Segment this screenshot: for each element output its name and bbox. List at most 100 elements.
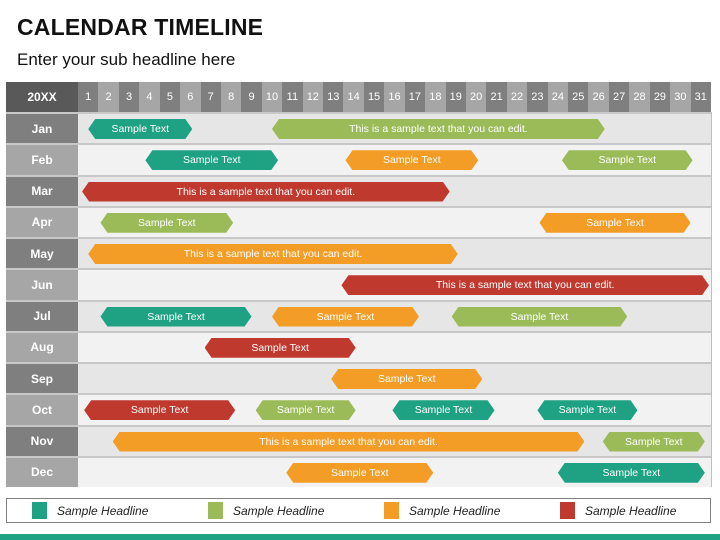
month-row: Nov This is a sample text that you can ed… xyxy=(6,424,711,456)
timeline-bar-text: Sample Text xyxy=(147,310,205,323)
day-header: 4 xyxy=(139,82,160,112)
day-header: 15 xyxy=(363,82,385,112)
legend-label: Sample Headline xyxy=(585,503,677,518)
timeline-bar[interactable]: This is a sample text that you can edit. xyxy=(82,182,450,202)
month-label: May xyxy=(6,239,78,269)
legend-swatch xyxy=(384,502,399,519)
timeline-bar-text: Sample Text xyxy=(598,154,657,167)
day-header: 16 xyxy=(384,82,405,112)
month-label: Jan xyxy=(6,114,78,144)
month-lane: This is a sample text that you can edit. xyxy=(78,270,711,299)
timeline-bar[interactable]: This is a sample text that you can edit. xyxy=(113,432,585,452)
day-header: 12 xyxy=(302,82,324,112)
month-lane: Sample Text Sample Text Sample Text Sample … xyxy=(78,395,711,424)
timeline-bar[interactable]: Sample Text xyxy=(537,400,637,420)
month-label: Feb xyxy=(6,145,78,175)
day-header: 1 xyxy=(78,82,99,112)
day-header: 22 xyxy=(506,82,528,112)
month-lane: Sample Text This is a sample text that yo… xyxy=(78,114,711,143)
timeline-bar[interactable]: Sample Text xyxy=(84,400,235,420)
month-row: May This is a sample text that you can ed… xyxy=(6,237,711,269)
month-lane: This is a sample text that you can edit.… xyxy=(78,427,711,456)
legend-item: Sample Headline xyxy=(384,502,500,519)
timeline-bar[interactable]: Sample Text xyxy=(286,463,433,483)
timeline-bar-text: Sample Text xyxy=(625,435,683,448)
timeline-bar-text: This is a sample text that you can edit. xyxy=(183,248,363,260)
page-title: CALENDAR TIMELINE xyxy=(17,14,264,40)
day-header: 13 xyxy=(323,82,344,112)
month-label: Jul xyxy=(6,301,78,331)
timeline-bar-text: Sample Text xyxy=(586,216,644,229)
day-header: 18 xyxy=(425,82,446,112)
month-row: Jan Sample Text This is a sample text that… xyxy=(6,112,711,144)
month-lane: Sample Text Sample Text xyxy=(78,458,711,487)
day-header: 23 xyxy=(527,82,548,112)
timeline-bar[interactable]: Sample Text xyxy=(205,338,356,358)
timeline-bar[interactable]: Sample Text xyxy=(603,432,705,452)
timeline-bar[interactable]: This is a sample text that you can edit. xyxy=(272,119,605,139)
timeline-bar-text: Sample Text xyxy=(383,154,441,167)
timeline-bar[interactable]: Sample Text xyxy=(100,307,251,327)
day-header: 27 xyxy=(608,82,630,112)
timeline-bar-text: Sample Text xyxy=(276,404,335,417)
footer-band xyxy=(0,534,720,540)
timeline-bar-text: Sample Text xyxy=(510,310,569,323)
timeline-bar[interactable]: Sample Text xyxy=(562,150,693,170)
month-lane: This is a sample text that you can edit. xyxy=(78,177,711,206)
legend-swatch xyxy=(208,502,223,519)
day-header: 8 xyxy=(220,82,242,112)
timeline-bar[interactable]: This is a sample text that you can edit. xyxy=(341,275,709,295)
timeline-bar-text: Sample Text xyxy=(138,216,196,229)
timeline-bar-text: Sample Text xyxy=(130,404,189,417)
timeline-bar[interactable]: Sample Text xyxy=(272,307,419,327)
day-header: 17 xyxy=(404,82,426,112)
day-header: 19 xyxy=(445,82,466,112)
timeline-bar[interactable]: Sample Text xyxy=(145,150,278,170)
day-header: 6 xyxy=(180,82,201,112)
timeline-bar[interactable]: Sample Text xyxy=(452,307,628,327)
timeline-bar[interactable]: Sample Text xyxy=(345,150,478,170)
day-header: 5 xyxy=(159,82,181,112)
timeline-bar[interactable]: Sample Text xyxy=(256,400,356,420)
day-header: 14 xyxy=(343,82,364,112)
month-lane: Sample Text xyxy=(78,333,711,362)
day-header: 25 xyxy=(568,82,589,112)
timeline-bar-text: Sample Text xyxy=(251,341,309,354)
timeline-bar-text: Sample Text xyxy=(111,123,170,135)
legend-label: Sample Headline xyxy=(409,503,501,518)
month-label: Nov xyxy=(6,426,78,456)
legend-item: Sample Headline xyxy=(32,502,148,519)
legend-label: Sample Headline xyxy=(233,503,325,518)
month-label: Dec xyxy=(6,457,78,487)
month-row: Apr Sample Text Sample Text xyxy=(6,205,711,237)
day-header: 20 xyxy=(465,82,487,112)
month-row: Oct Sample Text Sample Text Sample Text Samp… xyxy=(6,393,711,425)
timeline-bar[interactable]: Sample Text xyxy=(392,400,494,420)
timeline-bar[interactable]: This is a sample text that you can edit. xyxy=(88,244,458,264)
month-lane: Sample Text xyxy=(78,364,711,393)
timeline-bar-text: Sample Text xyxy=(602,466,661,479)
timeline-bar[interactable]: Sample Text xyxy=(88,119,192,139)
month-lane: Sample Text Sample Text Sample Text xyxy=(78,145,711,174)
legend-swatch xyxy=(32,502,47,519)
timeline-bar[interactable]: Sample Text xyxy=(100,213,233,233)
timeline-bar[interactable]: Sample Text xyxy=(558,463,705,483)
legend: Sample Headline Sample Headline Sample Hea… xyxy=(6,498,711,523)
month-row: Dec Sample Text Sample Text xyxy=(6,455,711,487)
timeline-bar[interactable]: Sample Text xyxy=(539,213,690,233)
day-header: 24 xyxy=(547,82,569,112)
timeline-bar[interactable]: Sample Text xyxy=(331,369,482,389)
legend-item: Sample Headline xyxy=(208,502,324,519)
day-header: 11 xyxy=(282,82,303,112)
timeline-bar-text: Sample Text xyxy=(182,154,241,167)
month-row: Feb Sample Text Sample Text Sample Text xyxy=(6,143,711,175)
month-lane: This is a sample text that you can edit. xyxy=(78,239,711,268)
day-header: 21 xyxy=(486,82,507,112)
month-row: Mar This is a sample text that you can ed… xyxy=(6,174,711,206)
timeline-bar-text: Sample Text xyxy=(330,466,389,479)
timeline-bar-text: Sample Text xyxy=(316,310,375,323)
month-label: Aug xyxy=(6,332,78,362)
day-header: 2 xyxy=(98,82,119,112)
month-label: Sep xyxy=(6,364,78,394)
timeline-bar-text: This is a sample text that you can edit. xyxy=(259,435,438,448)
